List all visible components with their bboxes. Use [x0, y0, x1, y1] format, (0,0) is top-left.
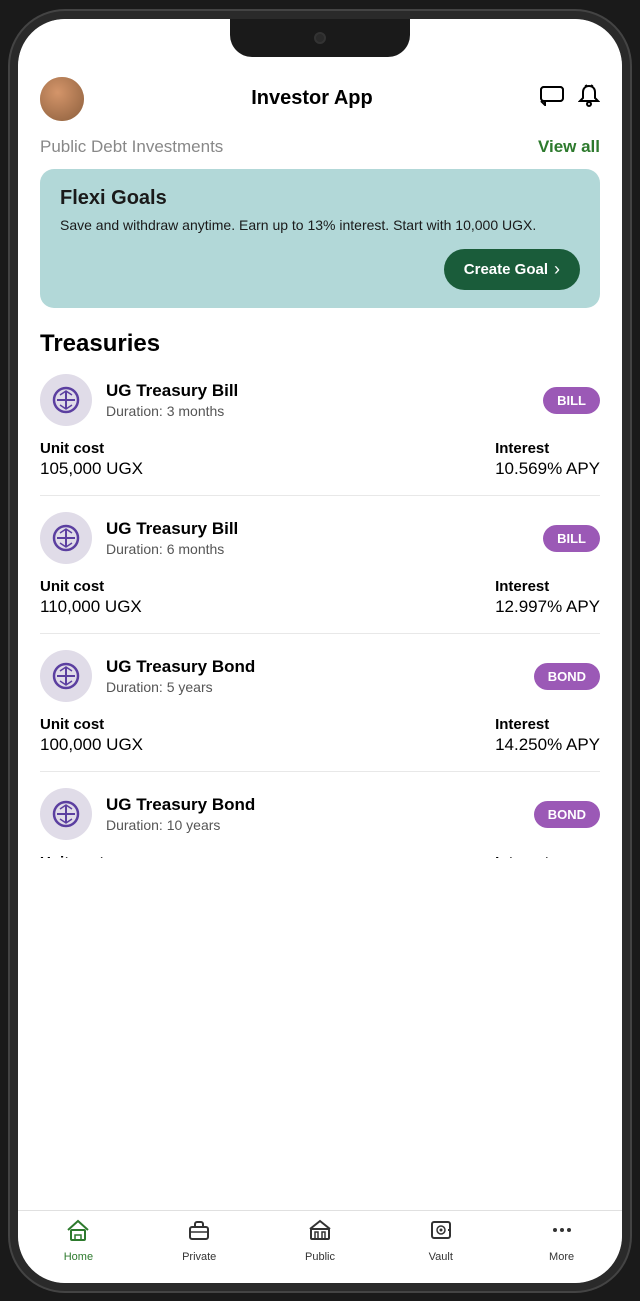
interest-col: Interest 10.569% APY: [495, 440, 600, 479]
treasury-info: UG Treasury Bond Duration: 5 years: [106, 657, 255, 695]
treasury-name: UG Treasury Bill: [106, 519, 238, 539]
public-debt-label: Public Debt Investments: [40, 137, 223, 157]
treasury-badge: BOND: [534, 801, 600, 828]
treasury-icon: [40, 650, 92, 702]
unit-cost-value: 100,000 UGX: [40, 735, 143, 755]
treasury-icon: [40, 788, 92, 840]
treasury-left: UG Treasury Bill Duration: 3 months: [40, 374, 238, 426]
chat-icon[interactable]: [540, 86, 564, 112]
unit-cost-col: Unit cost 110,000 UGX: [40, 578, 142, 617]
unit-cost-label: Unit cost: [40, 716, 143, 733]
unit-cost-col: Unit cost 100,000 UGX: [40, 854, 143, 858]
treasury-header: UG Treasury Bond Duration: 5 years BOND: [40, 650, 600, 702]
treasury-left: UG Treasury Bond Duration: 5 years: [40, 650, 255, 702]
screen: Investor App: [18, 19, 622, 1283]
main-scroll[interactable]: Public Debt Investments View all Flexi G…: [18, 133, 622, 1210]
unit-cost-col: Unit cost 100,000 UGX: [40, 716, 143, 755]
treasury-left: UG Treasury Bond Duration: 10 years: [40, 788, 255, 840]
nav-label-more: More: [549, 1251, 574, 1263]
unit-cost-col: Unit cost 105,000 UGX: [40, 440, 143, 479]
bottom-nav: Home Private Public Vault More: [18, 1210, 622, 1283]
unit-cost-value: 105,000 UGX: [40, 459, 143, 479]
nav-item-home[interactable]: Home: [18, 1219, 139, 1263]
nav-icon-public: [308, 1219, 332, 1247]
bell-icon[interactable]: [578, 84, 600, 114]
interest-value: 12.997% APY: [495, 597, 600, 617]
interest-label: Interest: [495, 440, 600, 457]
treasury-duration: Duration: 3 months: [106, 403, 238, 419]
interest-col: Interest 14.250% APY: [495, 716, 600, 755]
treasury-item[interactable]: UG Treasury Bond Duration: 10 years BOND…: [40, 788, 600, 858]
flexi-goals-card: Flexi Goals Save and withdraw anytime. E…: [40, 169, 600, 309]
unit-cost-label: Unit cost: [40, 440, 143, 457]
treasury-item[interactable]: UG Treasury Bill Duration: 3 months BILL…: [40, 374, 600, 496]
treasury-name: UG Treasury Bond: [106, 657, 255, 677]
treasury-item[interactable]: UG Treasury Bond Duration: 5 years BOND …: [40, 650, 600, 772]
flexi-goals-title: Flexi Goals: [60, 187, 580, 210]
flexi-goals-description: Save and withdraw anytime. Earn up to 13…: [60, 216, 580, 236]
unit-cost-value: 110,000 UGX: [40, 597, 142, 617]
treasury-header: UG Treasury Bill Duration: 6 months BILL: [40, 512, 600, 564]
nav-item-vault[interactable]: Vault: [380, 1219, 501, 1263]
public-debt-section-row: Public Debt Investments View all: [40, 133, 600, 157]
interest-label: Interest: [495, 716, 600, 733]
treasuries-list: UG Treasury Bill Duration: 3 months BILL…: [40, 374, 600, 858]
header-icons: [540, 84, 600, 114]
treasury-details: Unit cost 105,000 UGX Interest 10.569% A…: [40, 440, 600, 479]
treasury-name: UG Treasury Bond: [106, 795, 255, 815]
treasury-header: UG Treasury Bill Duration: 3 months BILL: [40, 374, 600, 426]
nav-icon-home: [66, 1219, 90, 1247]
app-title: Investor App: [84, 87, 540, 110]
treasury-details: Unit cost 100,000 UGX Interest 15.500% A…: [40, 854, 600, 858]
content-area: Investor App: [18, 69, 622, 1283]
interest-value: 10.569% APY: [495, 459, 600, 479]
treasury-info: UG Treasury Bill Duration: 6 months: [106, 519, 238, 557]
avatar: [40, 77, 84, 121]
interest-label: Interest: [495, 578, 600, 595]
treasury-icon: [40, 512, 92, 564]
treasury-duration: Duration: 5 years: [106, 679, 255, 695]
header: Investor App: [18, 69, 622, 133]
nav-label-public: Public: [305, 1251, 335, 1263]
nav-label-home: Home: [64, 1251, 93, 1263]
treasury-left: UG Treasury Bill Duration: 6 months: [40, 512, 238, 564]
interest-label: Interest: [495, 854, 600, 858]
nav-label-private: Private: [182, 1251, 216, 1263]
nav-icon-vault: [429, 1219, 453, 1247]
notch: [230, 19, 410, 57]
notch-camera: [314, 32, 326, 44]
treasury-badge: BOND: [534, 663, 600, 690]
treasury-item[interactable]: UG Treasury Bill Duration: 6 months BILL…: [40, 512, 600, 634]
nav-item-public[interactable]: Public: [260, 1219, 381, 1263]
treasury-duration: Duration: 10 years: [106, 817, 255, 833]
treasuries-heading: Treasuries: [40, 330, 600, 358]
treasury-header: UG Treasury Bond Duration: 10 years BOND: [40, 788, 600, 840]
treasury-info: UG Treasury Bill Duration: 3 months: [106, 381, 238, 419]
interest-col: Interest 15.500% APY: [495, 854, 600, 858]
treasury-details: Unit cost 100,000 UGX Interest 14.250% A…: [40, 716, 600, 755]
view-all-link[interactable]: View all: [538, 137, 600, 157]
nav-item-private[interactable]: Private: [139, 1219, 260, 1263]
nav-icon-private: [187, 1219, 211, 1247]
interest-value: 14.250% APY: [495, 735, 600, 755]
treasury-name: UG Treasury Bill: [106, 381, 238, 401]
treasury-details: Unit cost 110,000 UGX Interest 12.997% A…: [40, 578, 600, 617]
nav-label-vault: Vault: [429, 1251, 453, 1263]
treasury-duration: Duration: 6 months: [106, 541, 238, 557]
phone-frame: Investor App: [10, 11, 630, 1291]
interest-col: Interest 12.997% APY: [495, 578, 600, 617]
nav-icon-more: [550, 1219, 574, 1247]
create-goal-button[interactable]: Create Goal: [444, 249, 580, 290]
treasury-info: UG Treasury Bond Duration: 10 years: [106, 795, 255, 833]
avatar-image: [40, 77, 84, 121]
treasury-badge: BILL: [543, 387, 600, 414]
unit-cost-label: Unit cost: [40, 854, 143, 858]
unit-cost-label: Unit cost: [40, 578, 142, 595]
treasury-icon: [40, 374, 92, 426]
nav-item-more[interactable]: More: [501, 1219, 622, 1263]
treasury-badge: BILL: [543, 525, 600, 552]
